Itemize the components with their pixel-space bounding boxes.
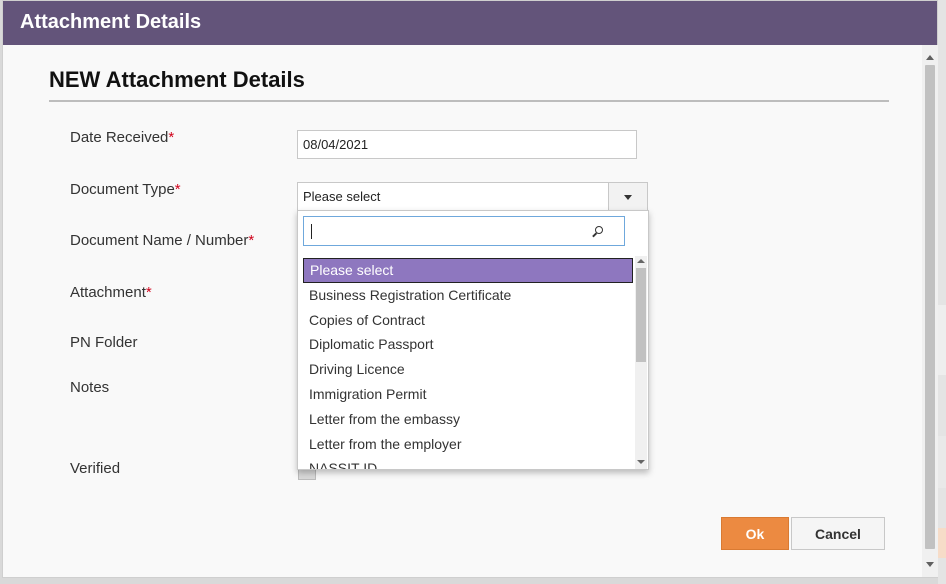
dropdown-option[interactable]: Please select bbox=[303, 258, 633, 283]
dropdown-search-input[interactable] bbox=[303, 216, 625, 246]
scroll-up-icon[interactable] bbox=[637, 259, 645, 263]
dropdown-toggle-button[interactable] bbox=[608, 183, 647, 210]
dropdown-options-list: Please select Business Registration Cert… bbox=[303, 258, 633, 469]
document-name-label-text: Document Name / Number bbox=[70, 232, 249, 249]
document-type-selected-value: Please select bbox=[303, 189, 381, 204]
document-type-dropdown: Please select Business Registration Cert… bbox=[297, 210, 649, 470]
dropdown-option[interactable]: Copies of Contract bbox=[303, 308, 633, 333]
dialog-scrollbar[interactable] bbox=[922, 45, 938, 577]
background-page-strip bbox=[938, 305, 946, 375]
required-marker: * bbox=[248, 232, 255, 249]
date-received-input[interactable] bbox=[297, 130, 637, 159]
cancel-button[interactable]: Cancel bbox=[791, 517, 885, 550]
search-icon bbox=[595, 226, 603, 234]
section-title: NEW Attachment Details bbox=[49, 67, 305, 92]
dropdown-option[interactable]: Business Registration Certificate bbox=[303, 283, 633, 308]
date-received-label: Date Received* bbox=[70, 129, 174, 146]
document-type-select[interactable]: Please select bbox=[297, 182, 648, 211]
required-marker: * bbox=[174, 181, 181, 198]
dropdown-option[interactable]: Immigration Permit bbox=[303, 382, 633, 407]
dropdown-option[interactable]: Driving Licence bbox=[303, 357, 633, 382]
notes-label: Notes bbox=[70, 379, 110, 396]
dropdown-option[interactable]: Diplomatic Passport bbox=[303, 332, 633, 357]
attachment-label-text: Attachment bbox=[70, 284, 146, 301]
dialog-title: Attachment Details bbox=[20, 11, 202, 33]
background-page-strip bbox=[938, 528, 946, 558]
background-page-strip bbox=[938, 0, 946, 584]
dialog-titlebar: Attachment Details bbox=[3, 1, 937, 45]
document-name-label: Document Name / Number* bbox=[70, 232, 254, 249]
required-marker: * bbox=[168, 129, 175, 146]
scrollbar-thumb[interactable] bbox=[925, 65, 935, 549]
scroll-up-icon[interactable] bbox=[926, 55, 934, 60]
document-type-label: Document Type* bbox=[70, 181, 181, 198]
attachment-label: Attachment* bbox=[70, 284, 152, 301]
date-received-label-text: Date Received bbox=[70, 129, 169, 146]
scroll-down-icon[interactable] bbox=[637, 460, 645, 464]
required-marker: * bbox=[145, 284, 152, 301]
dropdown-option[interactable]: NASSIT ID bbox=[303, 456, 633, 469]
pn-folder-label: PN Folder bbox=[70, 334, 138, 351]
attachment-details-dialog: Attachment Details NEW Attachment Detail… bbox=[2, 0, 938, 578]
background-page-strip bbox=[938, 436, 946, 488]
dropdown-option[interactable]: Letter from the embassy bbox=[303, 407, 633, 432]
chevron-down-icon bbox=[624, 195, 632, 200]
ok-button[interactable]: Ok bbox=[721, 517, 789, 550]
section-divider bbox=[49, 100, 889, 102]
dropdown-scrollbar[interactable] bbox=[635, 256, 647, 469]
dropdown-option[interactable]: Letter from the employer bbox=[303, 432, 633, 457]
text-cursor bbox=[311, 224, 312, 239]
document-type-label-text: Document Type bbox=[70, 181, 175, 198]
verified-label: Verified bbox=[70, 460, 121, 477]
dropdown-scrollbar-thumb[interactable] bbox=[636, 268, 646, 362]
scroll-down-icon[interactable] bbox=[926, 562, 934, 567]
